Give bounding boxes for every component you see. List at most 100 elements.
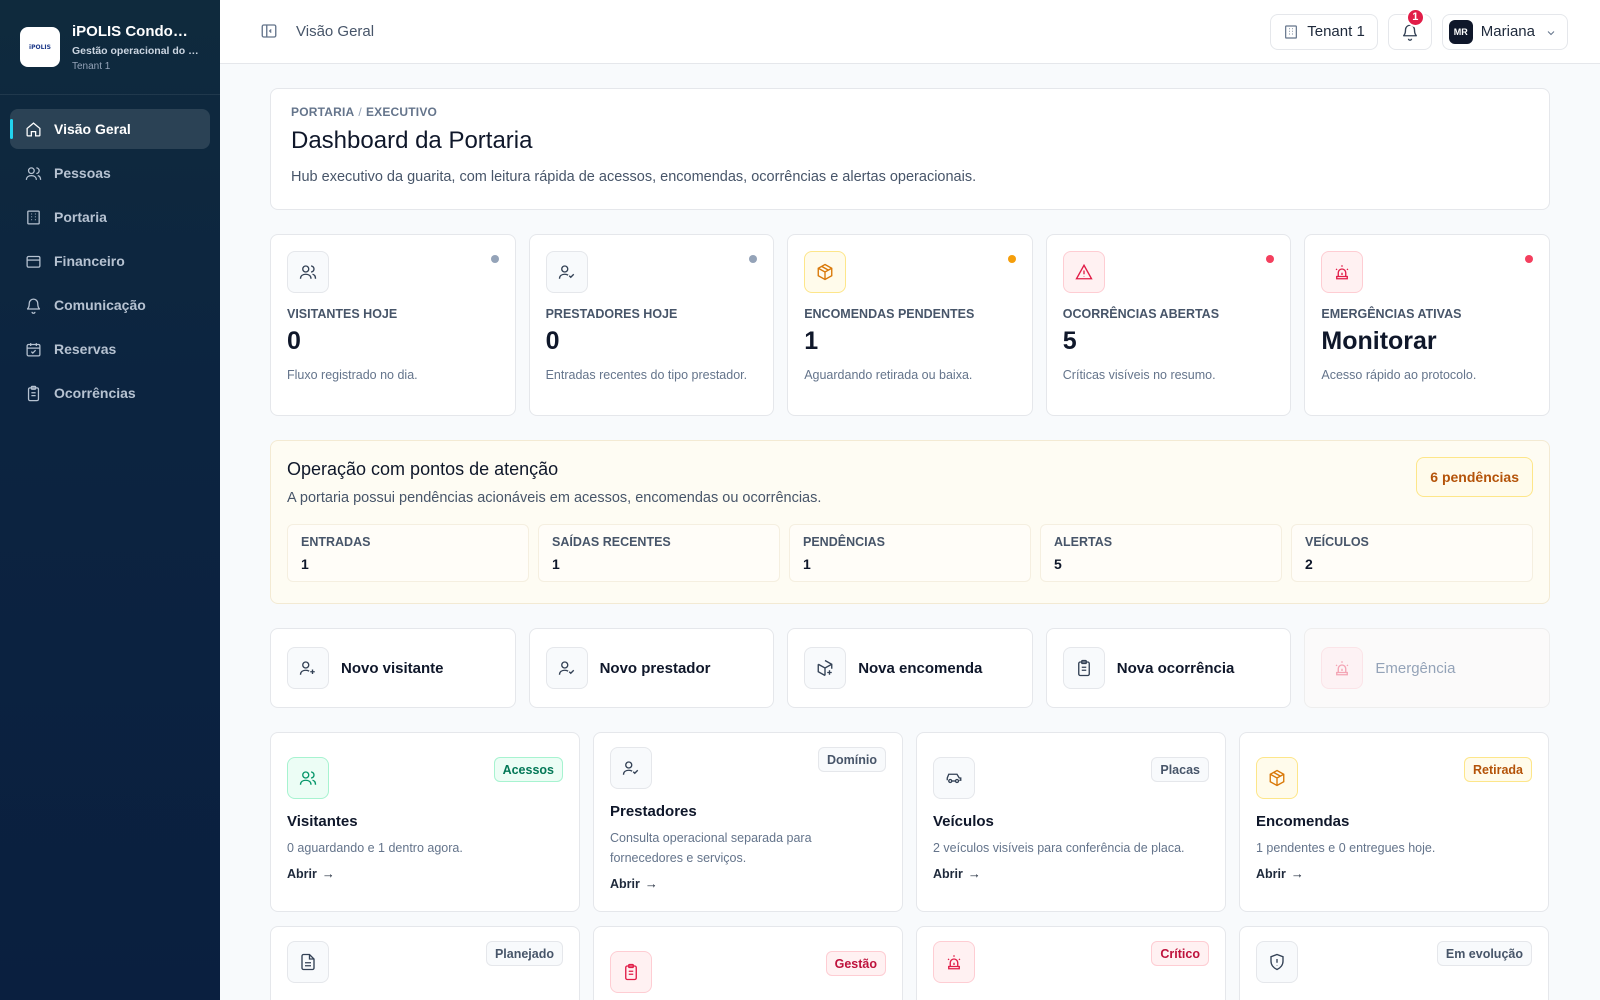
attention-title: Operação com pontos de atenção [287, 459, 559, 479]
status-dot [1524, 255, 1533, 263]
stat-value: 5 [1062, 327, 1077, 355]
file-icon [287, 941, 329, 983]
module-tag: Planejado [485, 941, 563, 966]
metric-alertas: ALERTAS 5 [1040, 524, 1282, 582]
stats-row: VISITANTES HOJE 0 Fluxo registrado no di… [270, 234, 1550, 416]
stat-label: EMERGÊNCIAS ATIVAS [1321, 307, 1462, 321]
stat-label: PRESTADORES HOJE [545, 307, 678, 321]
emergency-button[interactable]: Emergência [1304, 628, 1550, 708]
attention-description: A portaria possui pendências acionáveis … [287, 490, 822, 506]
stat-value: 1 [804, 327, 819, 355]
sidebar-toggle-icon[interactable] [260, 22, 280, 42]
module-tag: Acessos [493, 757, 563, 782]
package-icon [1256, 757, 1298, 799]
module-tag: Domínio [818, 747, 886, 772]
module-cards-row-2: Planejado Gestão Crítico Em evolução [270, 926, 1550, 1000]
metric-value: 5 [1054, 556, 1062, 572]
brand-tenant: Tenant 1 [72, 60, 111, 72]
sidebar-item-financeiro[interactable]: Financeiro [10, 241, 210, 281]
sidebar-item-reservas[interactable]: Reservas [10, 329, 210, 369]
metric-value: 1 [301, 556, 309, 572]
module-title: Encomendas [1256, 813, 1350, 830]
module-open-link[interactable]: Abrir → [1256, 866, 1304, 881]
users-icon [287, 251, 329, 293]
page-breadcrumb: Visão Geral [296, 23, 375, 40]
metric-pendencias: PENDÊNCIAS 1 [789, 524, 1031, 582]
sidebar-item-portaria[interactable]: Portaria [10, 197, 210, 237]
status-dot [1007, 255, 1016, 263]
clipboard-icon [24, 384, 42, 402]
new-incident-button[interactable]: Nova ocorrência [1045, 628, 1292, 708]
module-tag: Retirada [1463, 757, 1532, 782]
module-open-link[interactable]: Abrir → [610, 876, 658, 891]
module-card-critico[interactable]: Crítico [916, 926, 1226, 1000]
user-menu-button[interactable]: MR Mariana [1441, 13, 1568, 50]
breadcrumb-executivo: EXECUTIVO [365, 105, 438, 119]
attention-metrics: ENTRADAS 1 SAÍDAS RECENTES 1 PENDÊNCIAS 1 A… [287, 524, 1533, 582]
chevron-down-icon [1545, 26, 1557, 38]
users-icon [287, 757, 329, 799]
module-open-link[interactable]: Abrir → [933, 866, 981, 881]
module-card-em-evolucao[interactable]: Em evolução [1239, 926, 1549, 1000]
action-label: Novo prestador [599, 659, 711, 677]
module-open-link[interactable]: Abrir → [287, 866, 335, 881]
metric-value: 2 [1305, 556, 1313, 572]
metric-label: ENTRADAS [301, 535, 371, 549]
car-icon [933, 757, 975, 799]
stat-description: Entradas recentes do tipo prestador. [545, 368, 748, 382]
tenant-switcher-button[interactable]: Tenant 1 [1270, 13, 1378, 50]
notifications-button[interactable]: 1 [1387, 7, 1432, 50]
module-description: Consulta operacional separada para forne… [610, 831, 812, 865]
action-label: Emergência [1375, 659, 1456, 677]
module-card-prestadores[interactable]: Domínio Prestadores Consulta operacional… [593, 732, 903, 912]
module-tag: Gestão [825, 951, 886, 976]
siren-icon [1321, 251, 1364, 293]
user-plus-icon [287, 647, 329, 689]
sidebar-item-pessoas[interactable]: Pessoas [10, 153, 210, 193]
module-title: Visitantes [287, 813, 358, 830]
new-visitor-button[interactable]: Novo visitante [270, 628, 516, 708]
module-card-encomendas[interactable]: Retirada Encomendas 1 pendentes e 0 entr… [1239, 732, 1549, 912]
brand-logo: iPOLIS [20, 27, 60, 67]
brand-name: iPOLIS Condomínio [72, 22, 197, 40]
sidebar-item-visao-geral[interactable]: Visão Geral [10, 109, 210, 149]
stat-card-emergencias[interactable]: EMERGÊNCIAS ATIVAS Monitorar Acesso rápi… [1304, 234, 1550, 416]
status-dot [1266, 255, 1275, 263]
sidebar-item-label: Portaria [54, 209, 107, 225]
module-cards: Acessos Visitantes 0 aguardando e 1 dent… [270, 732, 1550, 912]
module-card-gestao[interactable]: Gestão [593, 926, 903, 1000]
action-label: Nova encomenda [858, 659, 983, 677]
sidebar-item-ocorrencias[interactable]: Ocorrências [10, 373, 210, 413]
breadcrumb-portaria[interactable]: PORTARIA [291, 105, 354, 119]
package-plus-icon [804, 647, 847, 689]
stat-card-visitantes[interactable]: VISITANTES HOJE 0 Fluxo registrado no di… [270, 234, 516, 416]
sidebar-nav: Visão Geral Pessoas Portaria Financeiro … [0, 95, 220, 431]
module-card-visitantes[interactable]: Acessos Visitantes 0 aguardando e 1 dent… [270, 732, 580, 912]
module-tag: Crítico [1151, 941, 1209, 966]
module-description: 0 aguardando e 1 dentro agora. [287, 841, 463, 855]
new-package-button[interactable]: Nova encomenda [787, 628, 1033, 708]
arrow-right-icon: → [321, 866, 335, 881]
stat-card-encomendas[interactable]: ENCOMENDAS PENDENTES 1 Aguardando retira… [787, 234, 1033, 416]
brand[interactable]: iPOLIS iPOLIS Condomínio Gestão operacio… [0, 0, 220, 95]
arrow-right-icon: → [967, 866, 981, 881]
calendar-icon [24, 340, 42, 358]
brand-logo-text: iPOLIS [29, 43, 51, 51]
topbar: Visão Geral Tenant 1 1 MR Mariana [220, 0, 1600, 64]
module-tag: Placas [1151, 757, 1209, 782]
module-card-planejado[interactable]: Planejado [270, 926, 580, 1000]
sidebar-item-label: Financeiro [54, 253, 125, 269]
module-description: 2 veículos visíveis para conferência de … [933, 841, 1185, 855]
sidebar-item-comunicacao[interactable]: Comunicação [10, 285, 210, 325]
sidebar-item-label: Comunicação [54, 297, 146, 313]
stat-card-ocorrencias[interactable]: OCORRÊNCIAS ABERTAS 5 Críticas visíveis … [1045, 234, 1292, 416]
module-description: 1 pendentes e 0 entregues hoje. [1256, 841, 1436, 855]
module-card-veiculos[interactable]: Placas Veículos 2 veículos visíveis para… [916, 732, 1226, 912]
tenant-label: Tenant 1 [1307, 23, 1365, 40]
new-provider-button[interactable]: Novo prestador [528, 628, 775, 708]
stat-card-prestadores[interactable]: PRESTADORES HOJE 0 Entradas recentes do … [528, 234, 775, 416]
user-check-icon [545, 251, 588, 293]
brand-subtitle: Gestão operacional do condomínio [72, 44, 200, 57]
module-link-label: Abrir [610, 876, 640, 891]
users-icon [24, 164, 42, 182]
